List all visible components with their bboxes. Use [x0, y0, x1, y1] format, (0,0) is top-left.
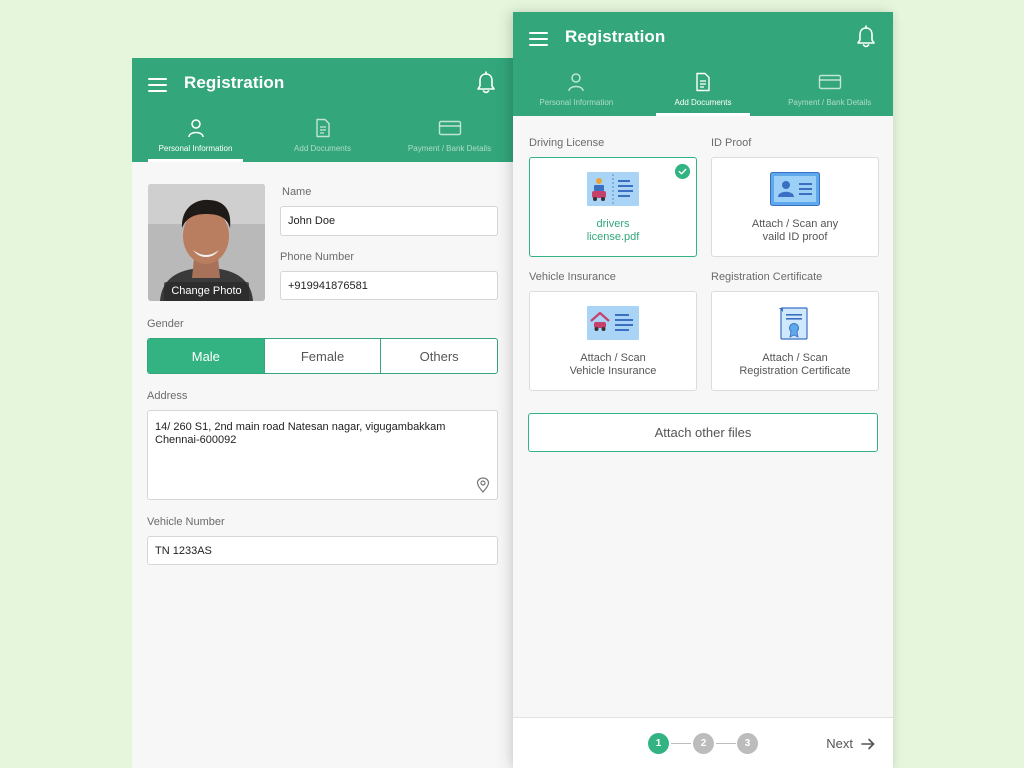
address-label: Address — [147, 390, 188, 402]
vehicle-number-value: TN 1233AS — [155, 544, 212, 557]
tab-label: Add Documents — [674, 98, 732, 107]
attach-other-files-button[interactable]: Attach other files — [528, 413, 878, 452]
name-value: John Doe — [288, 215, 336, 227]
phone-value: +919941876581 — [288, 279, 368, 292]
registration-tabs: Personal Information Add Documents Payme… — [513, 64, 893, 116]
hint-line-1: Attach / Scan — [580, 352, 646, 364]
tab-label: Personal Information — [158, 144, 233, 153]
bell-icon[interactable] — [855, 25, 877, 49]
driving-license-icon — [587, 172, 639, 206]
page-title: Registration — [184, 73, 285, 92]
check-icon — [675, 164, 690, 179]
id-proof-hint: Attach / Scan any vaild ID proof — [712, 218, 878, 244]
registration-tabs: Personal Information Add Documents Payme… — [132, 110, 513, 162]
app-bar: Registration Personal Information Add Do… — [513, 12, 893, 116]
id-proof-label: ID Proof — [711, 137, 752, 149]
avatar[interactable]: Change Photo — [148, 184, 265, 301]
address-line-2: Chennai-600092 — [155, 434, 237, 446]
step-connector — [716, 743, 736, 744]
tab-label: Add Documents — [294, 144, 351, 153]
person-icon — [187, 119, 204, 138]
gender-male-button[interactable]: Male — [148, 339, 264, 373]
menu-icon[interactable] — [148, 76, 170, 94]
name-field[interactable]: John Doe — [280, 206, 498, 236]
certificate-icon — [779, 307, 808, 340]
bottom-bar: 1 2 3 Next — [513, 717, 893, 768]
tab-add-documents[interactable]: Add Documents — [640, 64, 767, 116]
tab-label: Payment / Bank Details — [407, 144, 492, 153]
step-2[interactable]: 2 — [693, 733, 714, 754]
gender-selector: Male Female Others — [147, 338, 498, 374]
hint-line-1: Attach / Scan any — [751, 218, 839, 230]
registration-certificate-card[interactable]: Attach / Scan Registration Certificate — [711, 291, 879, 391]
person-icon — [568, 73, 585, 92]
card-icon — [818, 74, 841, 90]
hint-line-2: Vehicle Insurance — [569, 365, 657, 377]
document-icon — [315, 118, 330, 138]
tab-label: Payment / Bank Details — [788, 98, 872, 107]
active-tab-indicator — [148, 159, 243, 162]
address-line-1: 14/ 260 S1, 2nd main road Natesan nagar,… — [155, 421, 446, 433]
tab-personal-information[interactable]: Personal Information — [513, 64, 640, 116]
step-1[interactable]: 1 — [648, 733, 669, 754]
vehicle-insurance-hint: Attach / Scan Vehicle Insurance — [530, 352, 696, 378]
change-photo-button[interactable]: Change Photo — [164, 282, 249, 301]
hint-line-1: Attach / Scan — [762, 352, 828, 364]
menu-icon[interactable] — [529, 30, 551, 48]
tab-add-documents[interactable]: Add Documents — [259, 110, 386, 162]
page-title: Registration — [565, 27, 666, 46]
driving-license-label: Driving License — [529, 137, 605, 149]
filename-line-2: license.pdf — [586, 231, 640, 243]
driving-license-card[interactable]: drivers license.pdf — [529, 157, 697, 257]
name-label: Name — [282, 186, 312, 198]
registration-certificate-hint: Attach / Scan Registration Certificate — [712, 352, 878, 378]
gender-female-button[interactable]: Female — [263, 339, 381, 373]
app-bar: Registration Personal Information Add Do… — [132, 58, 513, 162]
step-connector — [671, 743, 691, 744]
active-tab-indicator — [655, 113, 751, 116]
id-card-icon — [770, 172, 820, 206]
gender-others-button[interactable]: Others — [380, 339, 497, 373]
tab-label: Personal Information — [539, 98, 614, 107]
vehicle-number-field[interactable]: TN 1233AS — [147, 536, 498, 565]
hint-line-2: Registration Certificate — [739, 365, 851, 377]
phone-label: Phone Number — [280, 251, 354, 263]
driving-license-filename: drivers license.pdf — [530, 218, 696, 244]
vehicle-insurance-icon — [587, 306, 639, 340]
registration-certificate-label: Registration Certificate — [711, 271, 823, 283]
vehicle-number-label: Vehicle Number — [147, 516, 225, 528]
location-pin-icon[interactable] — [476, 477, 490, 493]
bell-icon[interactable] — [475, 71, 497, 95]
filename-line-1: drivers — [596, 218, 630, 230]
personal-info-screen: Registration Personal Information Add Do… — [132, 58, 513, 768]
next-label: Next — [826, 736, 853, 751]
gender-label: Gender — [147, 318, 184, 330]
add-documents-screen: Registration Personal Information Add Do… — [513, 12, 893, 768]
address-field[interactable]: 14/ 260 S1, 2nd main road Natesan nagar,… — [147, 410, 498, 500]
tab-payment-bank-details[interactable]: Payment / Bank Details — [766, 64, 893, 116]
phone-field[interactable]: +919941876581 — [280, 271, 498, 300]
tab-personal-information[interactable]: Personal Information — [132, 110, 259, 162]
card-icon — [438, 120, 461, 136]
arrow-right-icon — [861, 738, 875, 749]
next-button[interactable]: Next — [826, 733, 875, 754]
step-3[interactable]: 3 — [737, 733, 758, 754]
id-proof-card[interactable]: Attach / Scan any vaild ID proof — [711, 157, 879, 257]
tab-payment-bank-details[interactable]: Payment / Bank Details — [386, 110, 513, 162]
hint-line-2: vaild ID proof — [762, 231, 828, 243]
vehicle-insurance-label: Vehicle Insurance — [529, 271, 616, 283]
document-icon — [696, 72, 710, 92]
vehicle-insurance-card[interactable]: Attach / Scan Vehicle Insurance — [529, 291, 697, 391]
